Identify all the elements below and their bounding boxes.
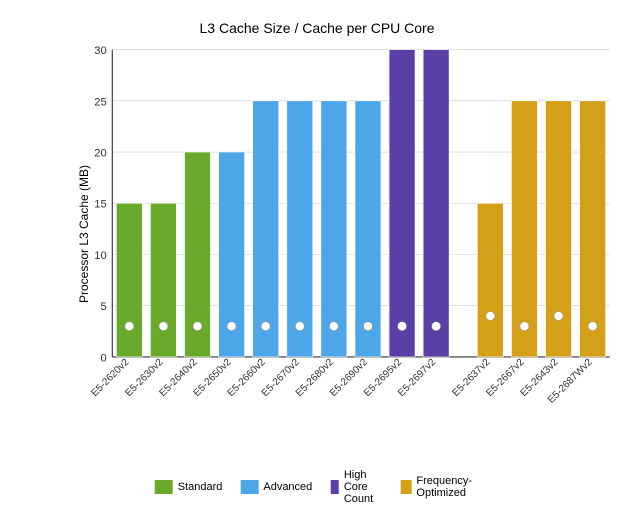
svg-text:10: 10 <box>94 250 106 262</box>
legend: Standard Advanced High Core Count Freque… <box>155 469 480 505</box>
y-axis-label: Processor L3 Cache (MB) <box>77 165 91 303</box>
legend-item-freqopt: Frequency-Optimized <box>401 475 480 499</box>
svg-text:15: 15 <box>94 199 106 211</box>
svg-text:5: 5 <box>100 301 106 313</box>
legend-color-highcore <box>330 480 339 494</box>
chart-area: Processor L3 Cache (MB) 051015202530E5-2… <box>70 44 624 424</box>
legend-color-advanced <box>240 480 258 494</box>
legend-label-advanced: Advanced <box>263 481 312 493</box>
svg-text:25: 25 <box>94 96 106 108</box>
svg-text:20: 20 <box>94 148 106 160</box>
chart-svg: 051015202530E5-2620v2E5-2630v2E5-2640v2E… <box>70 44 624 424</box>
legend-color-freqopt <box>401 480 412 494</box>
chart-title: L3 Cache Size / Cache per CPU Core <box>10 20 624 36</box>
legend-label-standard: Standard <box>178 481 223 493</box>
legend-item-advanced: Advanced <box>240 480 312 494</box>
legend-color-standard <box>155 480 173 494</box>
svg-text:0: 0 <box>100 352 106 364</box>
legend-label-freqopt: Frequency-Optimized <box>416 475 479 499</box>
legend-item-highcore: High Core Count <box>330 469 382 505</box>
chart-container: L3 Cache Size / Cache per CPU Core Proce… <box>0 0 634 510</box>
legend-label-highcore: High Core Count <box>344 469 383 505</box>
legend-item-standard: Standard <box>155 480 223 494</box>
svg-text:30: 30 <box>94 45 106 57</box>
